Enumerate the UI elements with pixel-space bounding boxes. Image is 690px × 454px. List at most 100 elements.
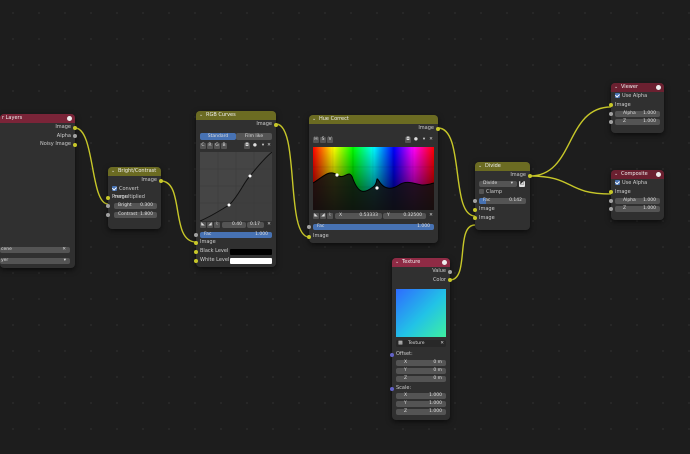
input-socket[interactable] [609, 120, 613, 124]
camera-icon[interactable]: ◘ [244, 143, 250, 149]
node-options-icon[interactable] [656, 85, 661, 90]
input-socket[interactable] [106, 204, 110, 208]
render-layers-header[interactable]: r Layers [0, 114, 75, 123]
bright-contrast-header[interactable]: ⌄ Bright/Contrast [108, 167, 161, 176]
collapse-icon[interactable]: ⌄ [111, 167, 115, 176]
menu-icon[interactable]: ▾ [421, 137, 427, 143]
alpha-field[interactable]: Alpha 1.000 [615, 197, 660, 204]
white-level-swatch[interactable] [230, 257, 272, 264]
channel-b-button[interactable]: B [221, 143, 227, 149]
delete-point-icon[interactable]: ✕ [266, 222, 272, 228]
node-options-icon[interactable] [656, 172, 661, 177]
auto-handle-icon[interactable]: ◢ [207, 222, 213, 228]
texture-selector[interactable]: ▩ Texture ✕ [396, 340, 446, 347]
clamp-checkbox[interactable]: Clamp [475, 188, 530, 197]
output-socket[interactable] [528, 173, 532, 178]
input-socket[interactable] [106, 212, 110, 217]
bright-contrast-node[interactable]: ⌄ Bright/Contrast Image Convert Premulti… [106, 167, 163, 229]
input-socket[interactable] [473, 216, 477, 220]
checkbox-icon[interactable] [112, 185, 117, 191]
texture-node[interactable]: ⌄ Texture Value Color ▩ Texture ✕ Offset… [390, 258, 452, 420]
fac-field[interactable]: Fac 0.142 [479, 198, 526, 204]
auto-handle-icon[interactable]: ◢ [320, 213, 326, 219]
vector-handle-icon[interactable]: ◣ [200, 222, 206, 228]
fac-field[interactable]: Fac 1.000 [313, 223, 434, 230]
checkbox-icon[interactable] [615, 93, 620, 98]
hue-y-field[interactable]: Y 0.32500 [383, 213, 426, 219]
delete-point-icon[interactable]: ✕ [428, 213, 434, 219]
close-icon[interactable]: ✕ [440, 340, 444, 347]
channel-g-button[interactable]: G [214, 143, 220, 149]
free-handle-icon[interactable]: ⌇ [327, 213, 333, 219]
black-level-swatch[interactable] [230, 248, 272, 255]
input-socket[interactable] [473, 207, 477, 212]
channel-h-button[interactable]: H [313, 137, 319, 143]
viewer-header[interactable]: ⌄ Viewer [611, 83, 664, 92]
channel-c-button[interactable]: C [200, 143, 206, 149]
contrast-field[interactable]: Contrast 1.800 [114, 211, 157, 218]
input-socket[interactable] [609, 207, 613, 211]
use-alpha-toggle-icon[interactable]: ◩ [519, 180, 525, 187]
dot-icon[interactable]: ● [252, 143, 258, 149]
scale-y-field[interactable]: Y 1.000 [396, 401, 446, 407]
convert-premultiplied-checkbox[interactable]: Convert Premultiplied [108, 185, 161, 200]
input-socket[interactable] [307, 234, 311, 239]
viewer-node[interactable]: ⌄ Viewer Use Alpha Image Alpha 1.000 Z 1.0… [609, 83, 664, 133]
output-socket[interactable] [448, 278, 452, 282]
channel-s-button[interactable]: S [320, 137, 326, 143]
alpha-field[interactable]: Alpha 1.000 [615, 110, 660, 117]
z-field[interactable]: Z 1.000 [615, 119, 660, 125]
collapse-icon[interactable]: ⌄ [312, 115, 316, 124]
camera-icon[interactable]: ◘ [405, 137, 411, 143]
hue-correct-node[interactable]: ⌄ Hue Correct Image H S V ◘ ● ▾ ✕ ◣ ◢ ⌇ … [307, 115, 440, 243]
channel-r-button[interactable]: R [207, 143, 213, 149]
output-socket[interactable] [159, 178, 163, 183]
curve-point-y-field[interactable]: 0.17 [247, 222, 264, 228]
input-socket[interactable] [609, 111, 613, 116]
input-socket[interactable] [194, 249, 198, 254]
close-icon[interactable]: ✕ [266, 143, 272, 149]
blend-mode-dropdown[interactable]: Divide ▾ [479, 181, 517, 187]
render-layers-node[interactable]: r Layers Image Alpha Noisy Image cene ✕ y… [0, 114, 77, 268]
tab-film-like[interactable]: Film like [236, 133, 272, 140]
dot-icon[interactable]: ● [413, 137, 419, 143]
free-handle-icon[interactable]: ⌇ [214, 222, 220, 228]
node-options-icon[interactable] [442, 260, 447, 265]
input-socket[interactable] [194, 232, 198, 237]
curve-point-x-field[interactable]: 0.40 [222, 222, 246, 228]
composite-header[interactable]: ⌄ Composite [611, 170, 664, 179]
tab-standard[interactable]: Standard [200, 133, 236, 140]
collapse-icon[interactable]: ⌄ [395, 258, 399, 267]
node-options-icon[interactable] [67, 116, 72, 121]
output-socket[interactable] [436, 126, 440, 131]
dropdown-icon[interactable]: ▾ [64, 258, 66, 264]
input-socket[interactable] [194, 240, 198, 245]
offset-x-field[interactable]: X0 m [396, 360, 446, 366]
divide-node[interactable]: ⌄ Divide Image Divide ▾ ◩ Clamp Fac 0.142 … [473, 162, 532, 230]
offset-y-field[interactable]: Y0 m [396, 368, 446, 374]
checkbox-icon[interactable] [615, 180, 620, 185]
input-socket[interactable] [106, 195, 110, 200]
scale-x-field[interactable]: X 1.000 [396, 393, 446, 399]
use-alpha-checkbox[interactable]: Use Alpha [611, 92, 664, 101]
input-socket[interactable] [473, 199, 477, 203]
input-socket[interactable] [390, 386, 394, 391]
hue-correct-header[interactable]: ⌄ Hue Correct [309, 115, 438, 124]
composite-node[interactable]: ⌄ Composite Use Alpha Image Alpha 1.000 Z… [609, 170, 664, 220]
vector-handle-icon[interactable]: ◣ [313, 213, 319, 219]
checkbox-icon[interactable] [479, 189, 484, 194]
input-socket[interactable] [609, 103, 613, 107]
output-socket[interactable] [448, 269, 452, 274]
input-socket[interactable] [307, 224, 311, 229]
input-socket[interactable] [194, 258, 198, 263]
layer-selector[interactable]: yer ▾ [0, 258, 70, 264]
divide-header[interactable]: ⌄ Divide [475, 162, 530, 171]
use-alpha-checkbox[interactable]: Use Alpha [611, 179, 664, 188]
input-socket[interactable] [390, 352, 394, 357]
output-socket[interactable] [73, 125, 77, 130]
curve-graph[interactable] [200, 152, 272, 221]
rgb-curves-header[interactable]: ⌄ RGB Curves [196, 111, 276, 120]
bright-field[interactable]: Bright 0.300 [114, 203, 157, 209]
hue-x-field[interactable]: X 0.53333 [335, 213, 382, 219]
scale-z-field[interactable]: Z 1.000 [396, 409, 446, 415]
